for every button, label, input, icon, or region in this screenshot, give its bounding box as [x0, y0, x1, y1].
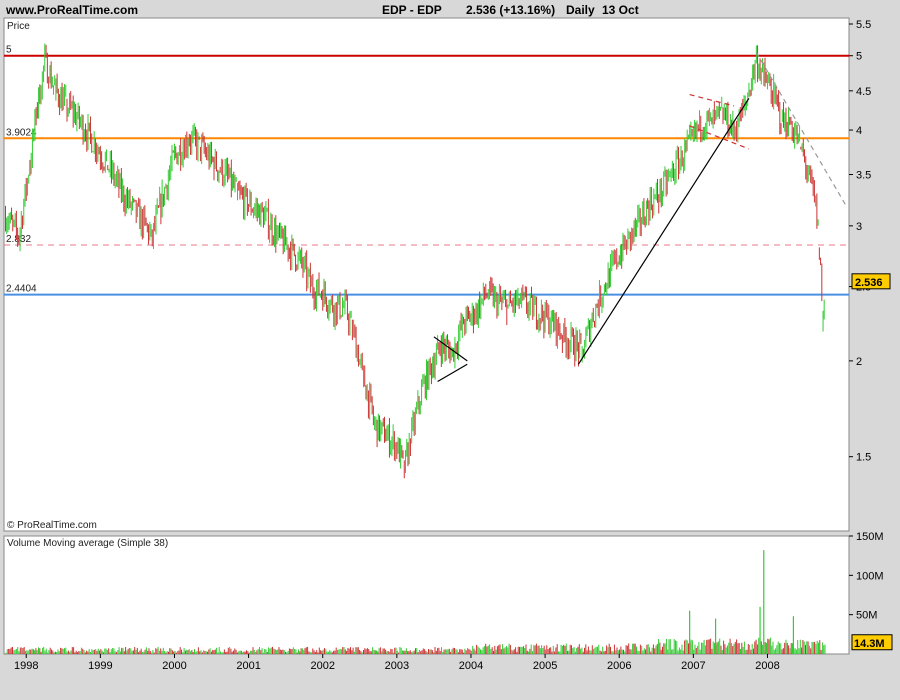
volume-tick-label: 50M	[856, 610, 877, 622]
price-panel-label: Price	[7, 21, 30, 32]
chart-root: www.ProRealTime.com EDP - EDP 2.536 (+13…	[3, 3, 893, 672]
instrument-title: EDP - EDP	[382, 3, 442, 17]
last-volume-label: 14.3M	[854, 638, 885, 650]
price-tick-label: 5	[856, 51, 862, 63]
price-tick-label: 3	[856, 221, 862, 233]
last-price-label: 2.536	[855, 277, 883, 289]
price-tick-label: 1.5	[856, 452, 871, 464]
price-tick-label: 5.5	[856, 19, 871, 31]
x-tick-label: 2005	[533, 660, 557, 672]
volume-panel-label: Volume Moving average (Simple 38)	[7, 538, 168, 549]
price-tick-label: 3.5	[856, 170, 871, 182]
x-tick-label: 2004	[459, 660, 483, 672]
x-tick-label: 2008	[755, 660, 779, 672]
x-tick-label: 2001	[236, 660, 260, 672]
volume-tick-label: 150M	[856, 531, 884, 543]
price-tick-label: 4.5	[856, 86, 871, 98]
x-tick-label: 2000	[162, 660, 186, 672]
site-label[interactable]: www.ProRealTime.com	[5, 3, 138, 17]
x-tick-label: 2006	[607, 660, 631, 672]
price-tick-label: 4	[856, 125, 862, 137]
date-label: 13 Oct	[602, 3, 639, 17]
x-tick-label: 2003	[385, 660, 409, 672]
x-tick-label: 1999	[88, 660, 112, 672]
price-panel[interactable]	[3, 17, 850, 532]
x-tick-label: 2007	[681, 660, 705, 672]
volume-tick-label: 100M	[856, 570, 884, 582]
last-change-label: 2.536 (+13.16%)	[466, 3, 555, 17]
price-tick-label: 2	[856, 356, 862, 368]
period-label: Daily	[566, 3, 595, 17]
x-tick-label: 2002	[310, 660, 334, 672]
x-tick-label: 1998	[14, 660, 38, 672]
volume-panel[interactable]	[3, 535, 850, 655]
level-label: 2.4404	[6, 284, 37, 295]
level-label: 5	[6, 45, 12, 56]
copyright-label: © ProRealTime.com	[7, 520, 97, 531]
